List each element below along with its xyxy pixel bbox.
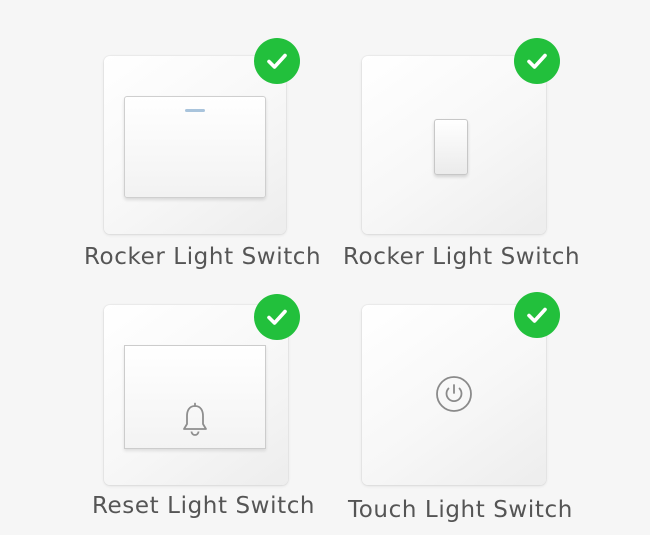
switch-label: Touch Light Switch — [348, 497, 573, 523]
bell-icon — [183, 402, 207, 436]
switch-label: Rocker Light Switch — [343, 244, 581, 270]
check-icon — [514, 38, 560, 84]
reset-panel — [124, 345, 266, 449]
rocker-switch-toggle-image — [362, 56, 546, 234]
toggle-paddle — [434, 119, 468, 175]
check-icon — [254, 294, 300, 340]
rocker-switch-wide-image — [104, 56, 286, 234]
rocker-paddle — [124, 96, 266, 198]
switch-label: Rocker Light Switch — [84, 244, 322, 270]
check-icon — [514, 292, 560, 338]
touch-switch-image — [362, 305, 546, 485]
power-icon — [436, 376, 472, 412]
check-icon — [254, 38, 300, 84]
indicator-led — [185, 109, 205, 112]
switch-label: Reset Light Switch — [92, 493, 316, 519]
